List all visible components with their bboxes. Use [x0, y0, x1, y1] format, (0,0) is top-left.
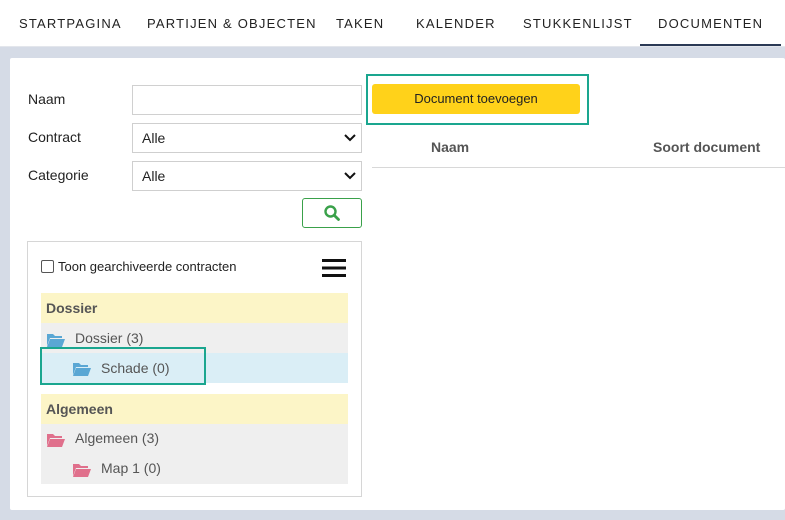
tree-item-map-1[interactable]: Map 1 (0) [41, 454, 348, 484]
tree-item-label: Algemeen (3) [75, 430, 160, 446]
naam-label: Naam [28, 91, 66, 107]
tab-stukkenlijst[interactable]: STUKKENLIJST [523, 0, 633, 46]
naam-input[interactable] [132, 85, 362, 115]
folder-open-icon [73, 464, 91, 477]
chevron-down-icon [344, 134, 356, 142]
tree-item-algemeen[interactable]: Algemeen (3) [41, 424, 348, 454]
search-button[interactable] [302, 198, 362, 228]
categorie-label: Categorie [28, 167, 89, 183]
folder-open-icon [47, 334, 65, 347]
documents-panel: Naam Contract Alle Categorie Alle Toon g… [10, 58, 785, 510]
archived-checkbox[interactable] [41, 260, 54, 273]
group-header-algemeen: Algemeen [41, 394, 348, 424]
tree-item-label: Map 1 (0) [101, 460, 161, 476]
tab-taken[interactable]: TAKEN [336, 0, 384, 46]
folder-open-icon [47, 434, 65, 447]
tab-startpagina[interactable]: STARTPAGINA [19, 0, 122, 46]
column-header-naam[interactable]: Naam [431, 139, 469, 155]
tab-partijen-objecten[interactable]: PARTIJEN & OBJECTEN [147, 0, 317, 46]
hamburger-menu-icon[interactable] [322, 258, 346, 278]
tree-item-label: Dossier (3) [75, 330, 144, 346]
contract-label: Contract [28, 129, 81, 145]
categorie-select[interactable]: Alle [132, 161, 362, 191]
table-header-divider [372, 167, 785, 168]
chevron-down-icon [344, 172, 356, 180]
column-header-soort-document[interactable]: Soort document [653, 139, 760, 155]
archived-checkbox-label: Toon gearchiveerde contracten [58, 259, 237, 274]
tab-kalender[interactable]: KALENDER [416, 0, 496, 46]
contract-select-value: Alle [142, 130, 166, 146]
contract-select[interactable]: Alle [132, 123, 362, 153]
top-navigation: STARTPAGINA PARTIJEN & OBJECTEN TAKEN KA… [0, 0, 785, 47]
group-header-dossier: Dossier [41, 293, 348, 323]
selection-highlight [40, 347, 206, 385]
search-icon [324, 205, 340, 221]
categorie-select-value: Alle [142, 168, 166, 184]
add-document-button[interactable]: Document toevoegen [372, 84, 580, 114]
tab-documenten[interactable]: DOCUMENTEN [639, 0, 782, 46]
